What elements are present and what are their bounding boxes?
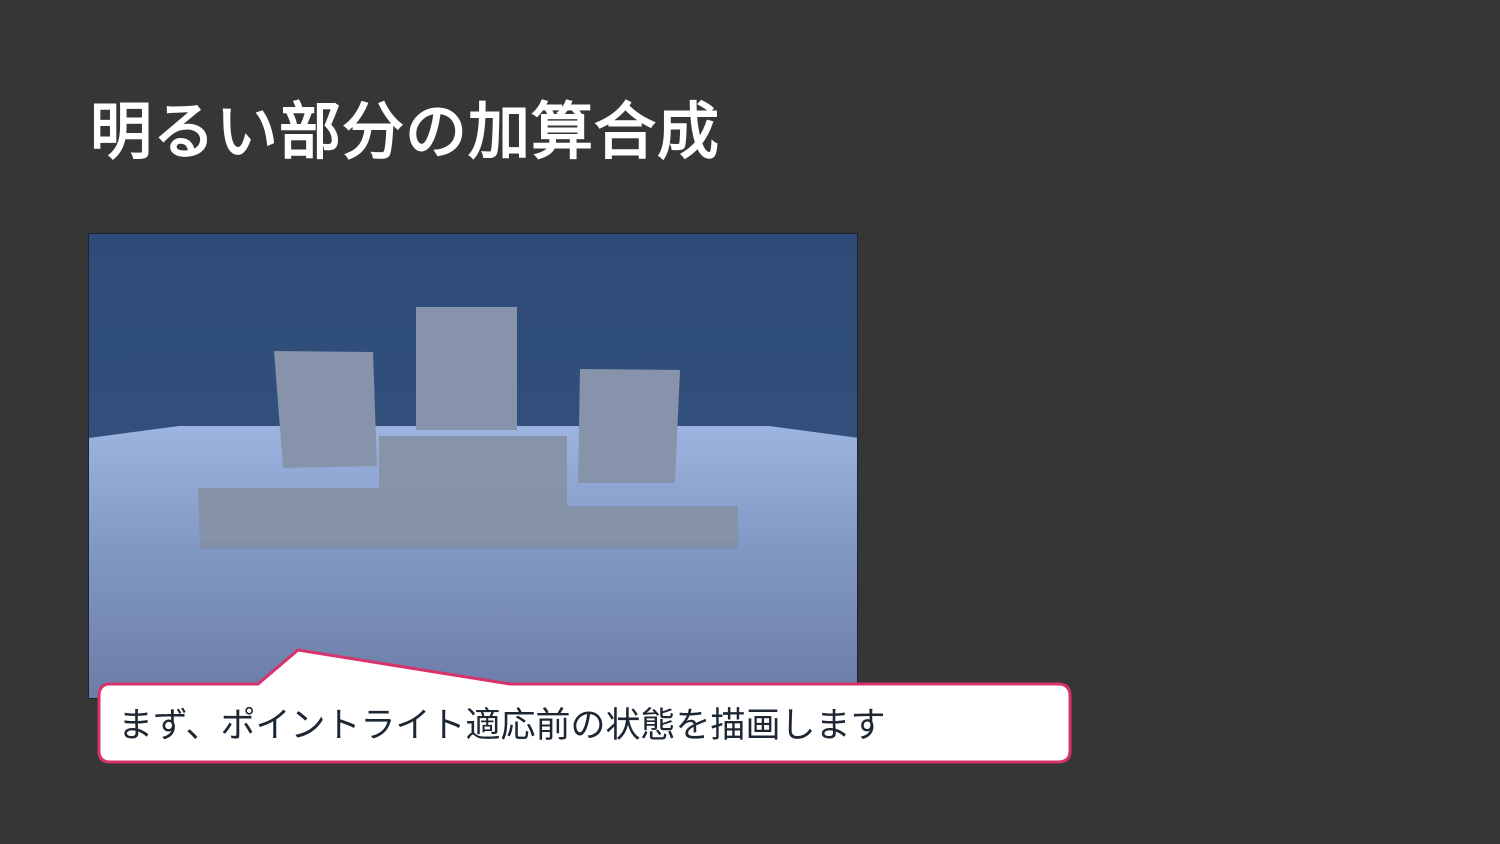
scene-render-image (88, 233, 858, 699)
box-top-step (379, 436, 567, 492)
callout-text: まず、ポイントライト適応前の状態を描画します (118, 706, 886, 746)
box-back-left (274, 351, 377, 468)
box-back-center (416, 307, 517, 430)
box-back-right (578, 369, 680, 483)
slide-title: 明るい部分の加算合成 (90, 95, 721, 168)
box-base-shadow (200, 542, 738, 550)
callout-box: まず、ポイントライト適応前の状態を描画します (90, 642, 1080, 772)
scene-render-svg (89, 234, 857, 698)
